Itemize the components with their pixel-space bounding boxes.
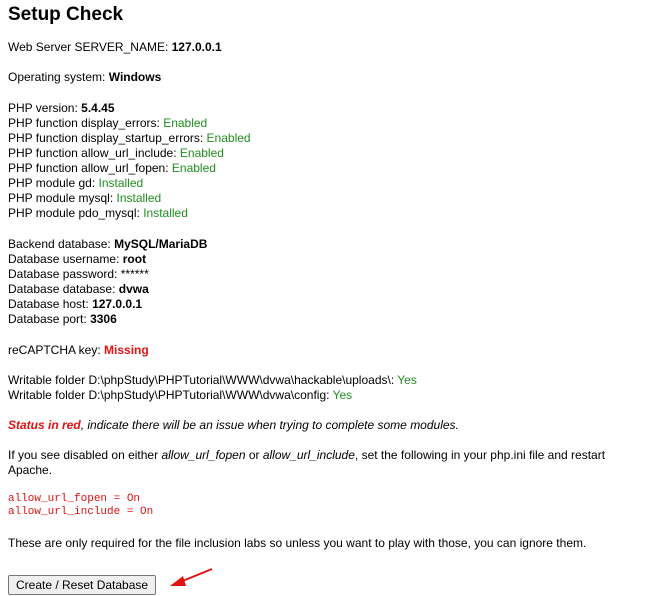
config-line-include: allow_url_include = On [8, 506, 154, 518]
php-allow-url-include-line: PHP function allow_url_include: Enabled [8, 146, 224, 160]
recaptcha-line: reCAPTCHA key: Missing [8, 343, 149, 357]
writable-uploads-line: Writable folder D:\phpStudy\PHPTutorial\… [8, 373, 417, 387]
config-line-fopen: allow_url_fopen = On [8, 493, 141, 505]
php-display-startup-errors-line: PHP function display_startup_errors: Ena… [8, 131, 251, 145]
status-value: Enabled [206, 131, 251, 145]
database-password-value: ****** [120, 267, 149, 281]
status-value: Enabled [163, 116, 208, 130]
server-name-value: 127.0.0.1 [171, 40, 222, 54]
database-username-value: root [122, 252, 147, 266]
php-module-gd-line: PHP module gd: Installed [8, 176, 144, 190]
database-name-value: dvwa [118, 282, 149, 296]
backend-database-value: MySQL/MariaDB [114, 237, 208, 251]
database-host-line: Database host: 127.0.0.1 [8, 297, 143, 311]
status-value: Yes [397, 373, 417, 387]
writable-config-line: Writable folder D:\phpStudy\PHPTutorial\… [8, 388, 353, 402]
red-arrow-icon [170, 568, 213, 586]
server-name-line: Web Server SERVER_NAME: 127.0.0.1 [8, 40, 222, 54]
arrow-head [170, 576, 186, 586]
disabled-note-line1: If you see disabled on either allow_url_… [8, 448, 606, 462]
status-value: Enabled [171, 161, 216, 175]
status-value: Enabled [179, 146, 224, 160]
backend-database-line: Backend database: MySQL/MariaDB [8, 237, 208, 251]
php-display-errors-line: PHP function display_errors: Enabled [8, 116, 208, 130]
required-note: These are only required for the file inc… [8, 536, 587, 550]
arrow-shaft [179, 568, 213, 583]
status-note-red: Status in red [8, 418, 81, 432]
database-password-line: Database password: ****** [8, 267, 149, 281]
operating-system-line: Operating system: Windows [8, 70, 162, 84]
page-title: Setup Check [8, 4, 124, 25]
database-port-value: 3306 [90, 312, 117, 326]
status-value: Installed [116, 191, 162, 205]
database-name-line: Database database: dvwa [8, 282, 149, 296]
disabled-note-line2: Apache. [8, 463, 53, 477]
php-version-value: 5.4.45 [81, 101, 115, 115]
database-username-line: Database username: root [8, 252, 147, 266]
status-value: Yes [332, 388, 353, 402]
php-module-pdo-mysql-line: PHP module pdo_mysql: Installed [8, 206, 188, 220]
create-reset-database-button[interactable]: Create / Reset Database [8, 575, 157, 595]
php-module-mysql-line: PHP module mysql: Installed [8, 191, 162, 205]
operating-system-value: Windows [108, 70, 162, 84]
status-value: Installed [98, 176, 144, 190]
database-host-value: 127.0.0.1 [92, 297, 143, 311]
status-value: Installed [143, 206, 188, 220]
database-port-line: Database port: 3306 [8, 312, 117, 326]
php-allow-url-fopen-line: PHP function allow_url_fopen: Enabled [8, 161, 216, 175]
status-note: Status in red, indicate there will be an… [8, 418, 459, 432]
recaptcha-status-value: Missing [104, 343, 149, 357]
php-version-line: PHP version: 5.4.45 [8, 101, 115, 115]
